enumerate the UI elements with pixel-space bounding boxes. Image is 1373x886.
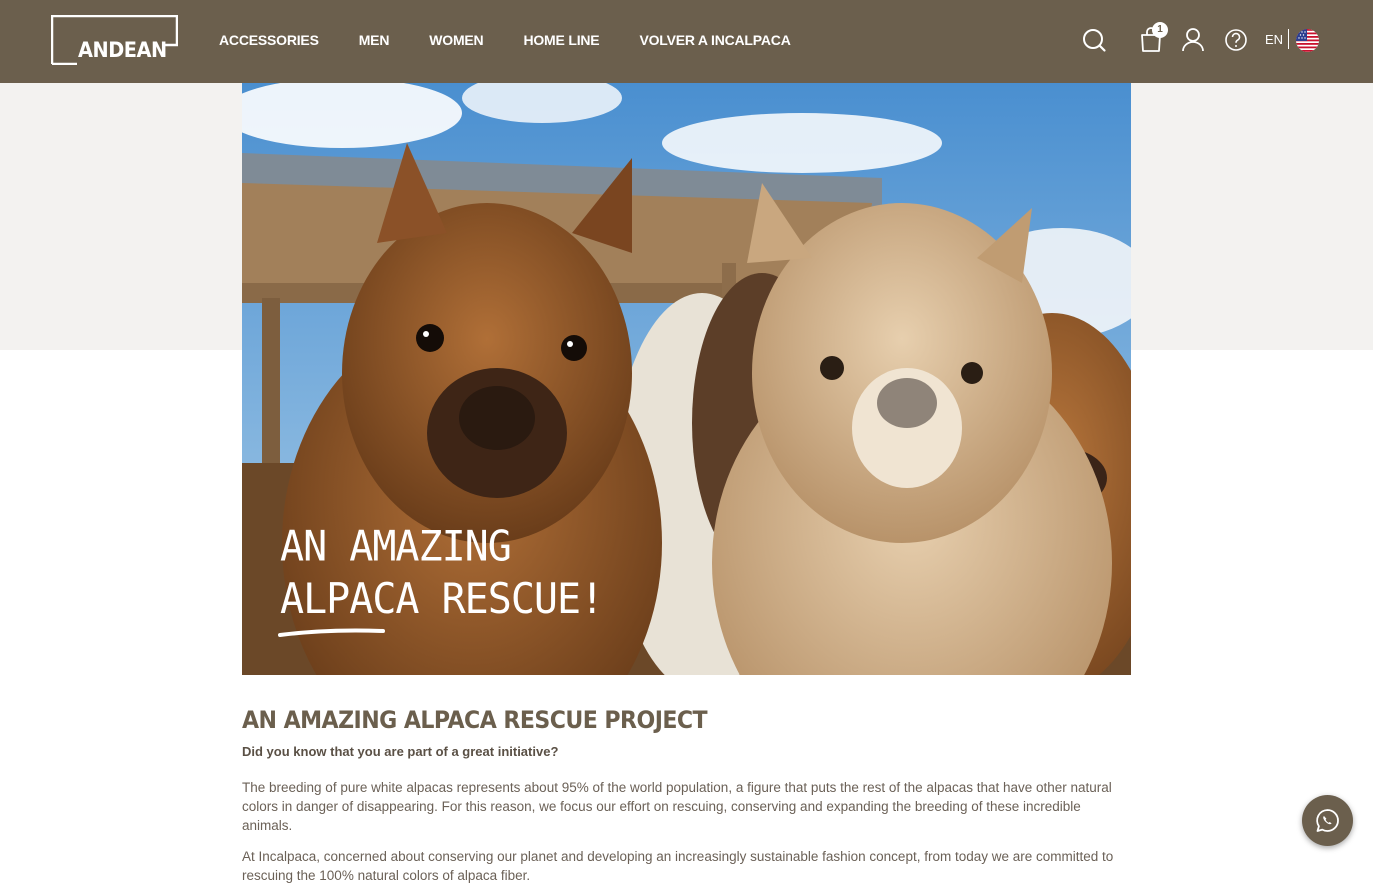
user-icon[interactable] [1177, 24, 1209, 56]
nav-home-line[interactable]: HOME LINE [523, 32, 599, 48]
whatsapp-chat-button[interactable] [1302, 795, 1353, 846]
main-menu: ACCESSORIES MEN WOMEN HOME LINE VOLVER A… [219, 32, 831, 48]
hero-underline-stroke [278, 628, 385, 637]
logo-wordmark: ANDEAN [78, 38, 167, 62]
help-icon[interactable] [1220, 24, 1252, 56]
article-paragraph-1: The breeding of pure white alpacas repre… [242, 780, 1112, 833]
nav-accessories[interactable]: ACCESSORIES [219, 32, 319, 48]
nav-men[interactable]: MEN [359, 32, 390, 48]
us-flag-icon[interactable] [1296, 29, 1319, 52]
hero-heading: AN AMAZING ALPACA RESCUE! [280, 521, 605, 626]
cart-count-badge: 1 [1152, 22, 1168, 38]
nav-women[interactable]: WOMEN [429, 32, 483, 48]
search-icon[interactable] [1078, 24, 1110, 56]
hero-heading-alpaca: ALPACA [280, 575, 419, 624]
article-paragraph-2: At Incalpaca, concerned about conserving… [242, 849, 1114, 883]
language-divider [1288, 29, 1289, 49]
hero-banner: AN AMAZING ALPACA RESCUE! [242, 83, 1131, 675]
hero-heading-rescue: RESCUE! [418, 575, 605, 624]
whatsapp-icon [1316, 809, 1339, 832]
article-title: AN AMAZING ALPACA RESCUE PROJECT [242, 706, 708, 734]
hero-heading-line-2: ALPACA RESCUE! [280, 573, 605, 626]
article-content: AN AMAZING ALPACA RESCUE PROJECT Did you… [242, 703, 1131, 885]
hero-heading-line-1: AN AMAZING [280, 522, 512, 571]
article-subtitle: Did you know that you are part of a grea… [242, 744, 559, 759]
andean-logo[interactable]: ANDEAN [51, 15, 178, 65]
nav-volver-a-incalpaca[interactable]: VOLVER A INCALPACA [639, 32, 790, 48]
top-navigation-bar: ANDEAN ACCESSORIES MEN WOMEN HOME LINE V… [0, 0, 1373, 83]
language-selector[interactable]: EN [1265, 32, 1283, 48]
